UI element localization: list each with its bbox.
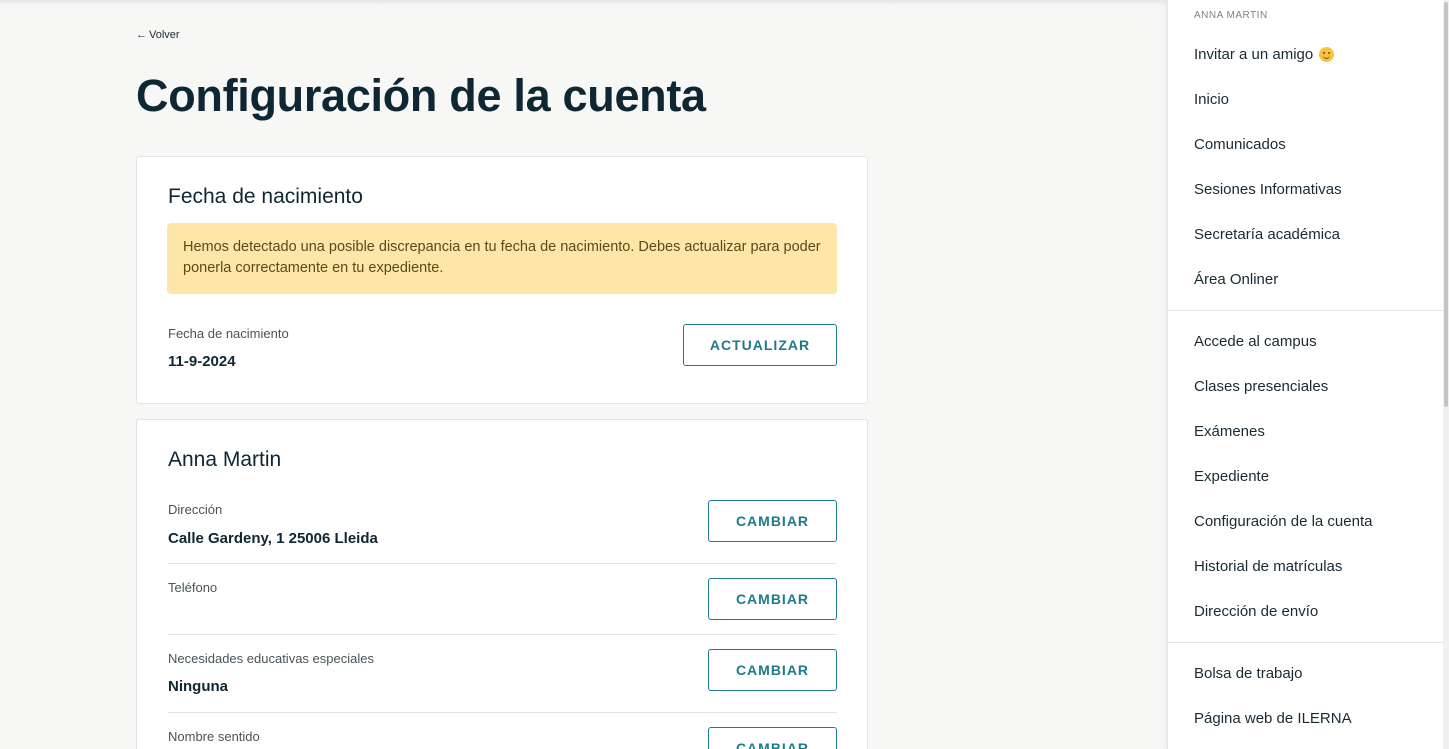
row-divider bbox=[168, 563, 837, 564]
update-birthdate-button[interactable]: ACTUALIZAR bbox=[683, 324, 837, 366]
change-phone-button[interactable]: CAMBIAR bbox=[708, 578, 837, 620]
change-preferred-name-button[interactable]: CAMBIAR bbox=[708, 727, 837, 749]
arrow-left-icon: ← bbox=[136, 29, 147, 41]
sidebar-scrollbar[interactable] bbox=[1443, 0, 1449, 749]
sidebar-item-account-settings[interactable]: Configuración de la cuenta bbox=[1194, 513, 1372, 530]
birthdate-card: Fecha de nacimiento Hemos detectado una … bbox=[136, 156, 868, 404]
sidebar-item-website[interactable]: Página web de ILERNA bbox=[1194, 710, 1352, 727]
change-special-needs-button[interactable]: CAMBIAR bbox=[708, 649, 837, 691]
smiley-emoji-icon bbox=[1319, 47, 1335, 62]
sidebar-user-name: ANNA MARTIN bbox=[1194, 10, 1268, 21]
sidebar-item-job-board[interactable]: Bolsa de trabajo bbox=[1194, 665, 1302, 682]
sidebar-item-classes[interactable]: Clases presenciales bbox=[1194, 378, 1328, 395]
sidebar-item-onliner-area[interactable]: Área Onliner bbox=[1194, 271, 1278, 288]
special-needs-label: Necesidades educativas especiales bbox=[168, 651, 374, 666]
sidebar-item-shipping-address[interactable]: Dirección de envío bbox=[1194, 603, 1318, 620]
row-divider bbox=[168, 712, 837, 713]
sidebar-item-record[interactable]: Expediente bbox=[1194, 468, 1269, 485]
scroll-thumb[interactable] bbox=[1444, 2, 1448, 407]
birthdate-card-title: Fecha de nacimiento bbox=[168, 185, 363, 208]
sidebar-item-home[interactable]: Inicio bbox=[1194, 91, 1229, 108]
page-title: Configuración de la cuenta bbox=[136, 70, 706, 121]
birthdate-alert: Hemos detectado una posible discrepancia… bbox=[167, 223, 837, 294]
birthdate-label: Fecha de nacimiento bbox=[168, 326, 289, 341]
top-shadow bbox=[0, 0, 1167, 6]
sidebar-menu: ANNA MARTIN Invitar a un amigo Inicio Co… bbox=[1167, 0, 1449, 749]
sidebar-divider bbox=[1168, 310, 1444, 311]
preferred-name-label: Nombre sentido bbox=[168, 729, 260, 744]
row-divider bbox=[168, 634, 837, 635]
sidebar-item-label: Invitar a un amigo bbox=[1194, 46, 1314, 63]
address-label: Dirección bbox=[168, 502, 223, 517]
profile-card-title: Anna Martin bbox=[168, 448, 282, 471]
birthdate-value: 11-9-2024 bbox=[168, 353, 236, 370]
back-label: Volver bbox=[149, 29, 180, 41]
sidebar-item-campus[interactable]: Accede al campus bbox=[1194, 333, 1317, 350]
sidebar-item-exams[interactable]: Exámenes bbox=[1194, 423, 1265, 440]
profile-card: Anna Martin Dirección Calle Gardeny, 1 2… bbox=[136, 419, 868, 749]
sidebar-divider bbox=[1168, 642, 1444, 643]
address-value: Calle Gardeny, 1 25006 Lleida bbox=[168, 530, 378, 547]
change-address-button[interactable]: CAMBIAR bbox=[708, 500, 837, 542]
phone-label: Teléfono bbox=[168, 580, 218, 595]
back-link[interactable]: ← Volver bbox=[136, 29, 180, 41]
special-needs-value: Ninguna bbox=[168, 678, 228, 695]
sidebar-item-info-sessions[interactable]: Sesiones Informativas bbox=[1194, 181, 1342, 198]
sidebar-item-announcements[interactable]: Comunicados bbox=[1194, 136, 1286, 153]
sidebar-item-secretary[interactable]: Secretaría académica bbox=[1194, 226, 1340, 243]
sidebar-item-enrollment-history[interactable]: Historial de matrículas bbox=[1194, 558, 1342, 575]
sidebar-item-invite[interactable]: Invitar a un amigo bbox=[1194, 46, 1335, 63]
